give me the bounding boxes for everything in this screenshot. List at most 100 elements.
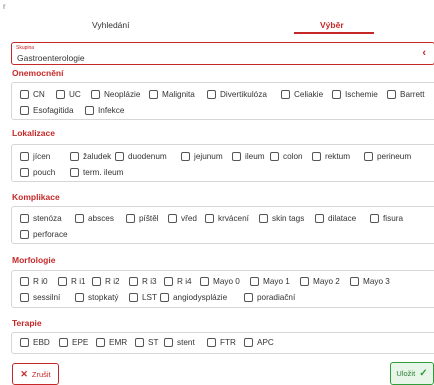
checkbox-box[interactable]	[20, 277, 29, 286]
checkbox-box[interactable]	[115, 152, 124, 161]
checkbox-jejunum[interactable]: jejunum	[181, 152, 223, 161]
checkbox-pistel[interactable]: píštěl	[126, 214, 159, 223]
checkbox-mayo-3[interactable]: Mayo 3	[350, 277, 390, 286]
checkbox-box[interactable]	[200, 277, 209, 286]
checkbox-jicen[interactable]: jícen	[20, 152, 50, 161]
checkbox-box[interactable]	[58, 277, 67, 286]
checkbox-lst[interactable]: LST	[129, 293, 157, 302]
checkbox-ri4[interactable]: R i4	[164, 277, 192, 286]
checkbox-box[interactable]	[129, 277, 138, 286]
checkbox-box[interactable]	[207, 338, 216, 347]
checkbox-celiakie[interactable]: Celiakie	[281, 90, 323, 99]
cancel-button[interactable]: ✕ Zrušit	[12, 363, 59, 385]
checkbox-apc[interactable]: APC	[244, 338, 274, 347]
checkbox-box[interactable]	[164, 277, 173, 286]
checkbox-ischemie[interactable]: Ischemie	[332, 90, 378, 99]
chevron-left-icon[interactable]: ‹	[422, 47, 426, 59]
checkbox-box[interactable]	[20, 90, 29, 99]
checkbox-infekce[interactable]: Infekce	[85, 106, 124, 115]
checkbox-box[interactable]	[59, 338, 68, 347]
checkbox-box[interactable]	[244, 293, 253, 302]
checkbox-skin-tags[interactable]: skin tags	[259, 214, 304, 223]
tab-select[interactable]: Výběr	[320, 20, 344, 30]
checkbox-poradiacni[interactable]: poradiační	[244, 293, 295, 302]
checkbox-pouch[interactable]: pouch	[20, 168, 55, 177]
checkbox-box[interactable]	[168, 214, 177, 223]
checkbox-perineum[interactable]: perineum	[364, 152, 411, 161]
checkbox-box[interactable]	[75, 293, 84, 302]
checkbox-ftr[interactable]: FTR	[207, 338, 236, 347]
checkbox-box[interactable]	[20, 214, 29, 223]
checkbox-divertikuloza[interactable]: Divertikulóza	[207, 90, 267, 99]
save-button[interactable]: Uložit ✓	[390, 362, 434, 385]
checkbox-box[interactable]	[129, 293, 138, 302]
checkbox-ri0[interactable]: R i0	[20, 277, 48, 286]
checkbox-box[interactable]	[250, 277, 259, 286]
checkbox-fisura[interactable]: fisura	[370, 214, 403, 223]
checkbox-box[interactable]	[70, 168, 79, 177]
checkbox-box[interactable]	[20, 152, 29, 161]
checkbox-box[interactable]	[370, 214, 379, 223]
checkbox-cn[interactable]: CN	[20, 90, 45, 99]
checkbox-stopkaty[interactable]: stopkatý	[75, 293, 119, 302]
group-select[interactable]: Skupina Gastroenterologie ‹	[11, 42, 434, 65]
checkbox-box[interactable]	[281, 90, 290, 99]
checkbox-st[interactable]: ST	[135, 338, 158, 347]
checkbox-box[interactable]	[350, 277, 359, 286]
checkbox-dilatace[interactable]: dilatace	[315, 214, 356, 223]
checkbox-rektum[interactable]: rektum	[312, 152, 350, 161]
checkbox-box[interactable]	[20, 106, 29, 115]
checkbox-colon[interactable]: colon	[270, 152, 303, 161]
checkbox-mayo-0[interactable]: Mayo 0	[200, 277, 240, 286]
checkbox-box[interactable]	[20, 293, 29, 302]
checkbox-stenoza[interactable]: stenóza	[20, 214, 62, 223]
checkbox-box[interactable]	[91, 90, 100, 99]
checkbox-ri2[interactable]: R i2	[92, 277, 120, 286]
checkbox-box[interactable]	[315, 214, 324, 223]
checkbox-box[interactable]	[135, 338, 144, 347]
checkbox-absces[interactable]: absces	[75, 214, 114, 223]
checkbox-box[interactable]	[56, 90, 65, 99]
checkbox-box[interactable]	[160, 293, 169, 302]
checkbox-box[interactable]	[207, 90, 216, 99]
checkbox-box[interactable]	[149, 90, 158, 99]
checkbox-box[interactable]	[387, 90, 396, 99]
tab-search[interactable]: Vyhledání	[92, 20, 130, 30]
checkbox-box[interactable]	[181, 152, 190, 161]
checkbox-neoplazie[interactable]: Neoplázie	[91, 90, 140, 99]
checkbox-box[interactable]	[232, 152, 241, 161]
checkbox-box[interactable]	[70, 152, 79, 161]
checkbox-box[interactable]	[205, 214, 214, 223]
checkbox-box[interactable]	[85, 106, 94, 115]
checkbox-duodenum[interactable]: duodenum	[115, 152, 167, 161]
checkbox-box[interactable]	[300, 277, 309, 286]
checkbox-box[interactable]	[126, 214, 135, 223]
checkbox-krvaceni[interactable]: krvácení	[205, 214, 249, 223]
checkbox-box[interactable]	[92, 277, 101, 286]
checkbox-box[interactable]	[20, 338, 29, 347]
checkbox-box[interactable]	[270, 152, 279, 161]
checkbox-box[interactable]	[332, 90, 341, 99]
checkbox-mayo-2[interactable]: Mayo 2	[300, 277, 340, 286]
checkbox-ri3[interactable]: R i3	[129, 277, 157, 286]
checkbox-box[interactable]	[312, 152, 321, 161]
checkbox-esofagitida[interactable]: Esofagitida	[20, 106, 74, 115]
checkbox-perforace[interactable]: perforace	[20, 230, 68, 239]
checkbox-box[interactable]	[259, 214, 268, 223]
checkbox-box[interactable]	[96, 338, 105, 347]
checkbox-term-ileum[interactable]: term. ileum	[70, 168, 124, 177]
checkbox-vred[interactable]: vřed	[168, 214, 197, 223]
checkbox-barrett[interactable]: Barrett	[387, 90, 425, 99]
checkbox-zaludek[interactable]: žaludek	[70, 152, 111, 161]
checkbox-box[interactable]	[20, 230, 29, 239]
checkbox-box[interactable]	[364, 152, 373, 161]
checkbox-sessilni[interactable]: sessilní	[20, 293, 60, 302]
checkbox-box[interactable]	[75, 214, 84, 223]
checkbox-mayo-1[interactable]: Mayo 1	[250, 277, 290, 286]
checkbox-uc[interactable]: UC	[56, 90, 81, 99]
checkbox-ri1[interactable]: R i1	[58, 277, 86, 286]
checkbox-malignita[interactable]: Malignita	[149, 90, 195, 99]
checkbox-box[interactable]	[244, 338, 253, 347]
checkbox-stent[interactable]: stent	[164, 338, 195, 347]
checkbox-emr[interactable]: EMR	[96, 338, 127, 347]
